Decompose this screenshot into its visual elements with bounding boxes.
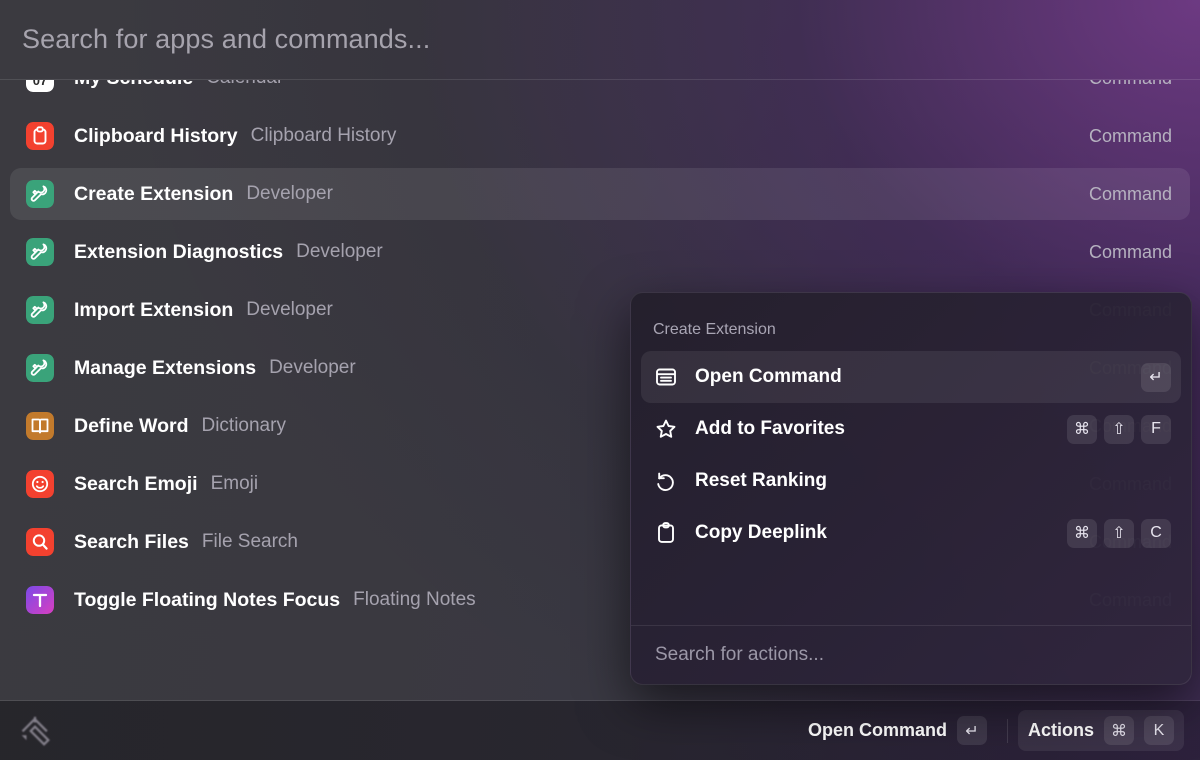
- footer-bar: Open Command ↵ Actions ⌘ K: [0, 701, 1200, 760]
- action-label: Copy Deeplink: [695, 522, 827, 544]
- smiley-icon: [26, 470, 54, 498]
- action-shortcut: ⌘⇧F: [1067, 415, 1171, 444]
- key-badge: ↵: [1141, 363, 1171, 392]
- result-row[interactable]: 07 My Schedule Calendar Command: [10, 80, 1190, 104]
- clipboard-icon: [653, 520, 679, 546]
- result-subtitle: Floating Notes: [353, 589, 476, 611]
- hammer-icon: [26, 180, 54, 208]
- result-title: Search Emoji: [74, 473, 198, 496]
- action-row[interactable]: Reset Ranking: [641, 455, 1181, 507]
- result-title: Define Word: [74, 415, 188, 438]
- hammer-icon: [26, 238, 54, 266]
- result-subtitle: Clipboard History: [251, 125, 397, 147]
- action-shortcut: ↵: [1141, 363, 1171, 392]
- window-list-icon: [653, 364, 679, 390]
- actions-panel-body: Create Extension Open Command ↵ Add to Fav…: [631, 293, 1191, 625]
- result-subtitle: Developer: [269, 357, 356, 379]
- command-palette-window: 07My ScheduleCalendarCommandClipboard Hi…: [0, 0, 1200, 760]
- search-input[interactable]: [22, 24, 722, 55]
- actions-list[interactable]: Open Command↵Add to Favorites⌘⇧FReset Ra…: [641, 351, 1181, 559]
- result-title: Search Files: [74, 531, 189, 554]
- key-badge: ⇧: [1104, 415, 1134, 444]
- key-badge: ⌘: [1067, 519, 1097, 548]
- result-type-label: Command: [1089, 184, 1172, 205]
- search-icon: [26, 528, 54, 556]
- calendar-icon: 07: [26, 80, 54, 92]
- actions-search-bar: [631, 626, 1191, 684]
- star-icon: [653, 416, 679, 442]
- actions-panel-section-title: Create Extension: [641, 303, 1181, 351]
- key-enter: ↵: [957, 716, 987, 745]
- key-k: K: [1144, 716, 1174, 745]
- footer-separator: [1007, 719, 1008, 743]
- key-command: ⌘: [1104, 716, 1134, 745]
- result-title: My Schedule: [74, 80, 193, 90]
- action-row[interactable]: Copy Deeplink ⌘⇧C: [641, 507, 1181, 559]
- actions-button-label: Actions: [1028, 720, 1094, 741]
- search-bar: [0, 0, 1200, 79]
- result-title: Extension Diagnostics: [74, 241, 283, 264]
- result-title: Create Extension: [74, 183, 233, 206]
- action-row[interactable]: Add to Favorites ⌘⇧F: [641, 403, 1181, 455]
- result-row[interactable]: Create Extension Developer Command: [10, 168, 1190, 220]
- text-icon: [26, 586, 54, 614]
- footer-primary-action-label: Open Command: [808, 720, 947, 741]
- action-label: Reset Ranking: [695, 470, 827, 492]
- key-badge: F: [1141, 415, 1171, 444]
- book-icon: [26, 412, 54, 440]
- actions-button[interactable]: Actions ⌘ K: [1018, 710, 1184, 751]
- key-badge: C: [1141, 519, 1171, 548]
- result-row[interactable]: Clipboard History Clipboard History Comman…: [10, 110, 1190, 162]
- svg-text:07: 07: [33, 80, 47, 88]
- result-subtitle: Developer: [296, 241, 383, 263]
- clipboard-icon: [26, 122, 54, 150]
- hammer-icon: [26, 296, 54, 324]
- result-title: Import Extension: [74, 299, 233, 322]
- action-row[interactable]: Open Command ↵: [641, 351, 1181, 403]
- result-subtitle: File Search: [202, 531, 298, 553]
- key-badge: ⌘: [1067, 415, 1097, 444]
- result-subtitle: Dictionary: [201, 415, 285, 437]
- result-subtitle: Developer: [246, 183, 333, 205]
- raycast-logo-icon: [18, 714, 52, 748]
- result-subtitle: Developer: [246, 299, 333, 321]
- undo-icon: [653, 468, 679, 494]
- action-label: Add to Favorites: [695, 418, 845, 440]
- action-shortcut: ⌘⇧C: [1067, 519, 1171, 548]
- result-subtitle: Calendar: [206, 80, 283, 89]
- result-title: Clipboard History: [74, 125, 238, 148]
- actions-search-input[interactable]: [655, 644, 1095, 666]
- hammer-icon: [26, 354, 54, 382]
- action-label: Open Command: [695, 366, 842, 388]
- footer-primary-action[interactable]: Open Command ↵: [798, 710, 997, 751]
- actions-panel: Create Extension Open Command ↵ Add to Fav…: [630, 292, 1192, 685]
- result-type-label: Command: [1089, 242, 1172, 263]
- result-row[interactable]: Extension Diagnostics Developer Command: [10, 226, 1190, 278]
- result-title: Manage Extensions: [74, 357, 256, 380]
- result-subtitle: Emoji: [211, 473, 259, 495]
- result-type-label: Command: [1089, 126, 1172, 147]
- result-type-label: Command: [1089, 80, 1172, 89]
- key-badge: ⇧: [1104, 519, 1134, 548]
- result-title: Toggle Floating Notes Focus: [74, 589, 340, 612]
